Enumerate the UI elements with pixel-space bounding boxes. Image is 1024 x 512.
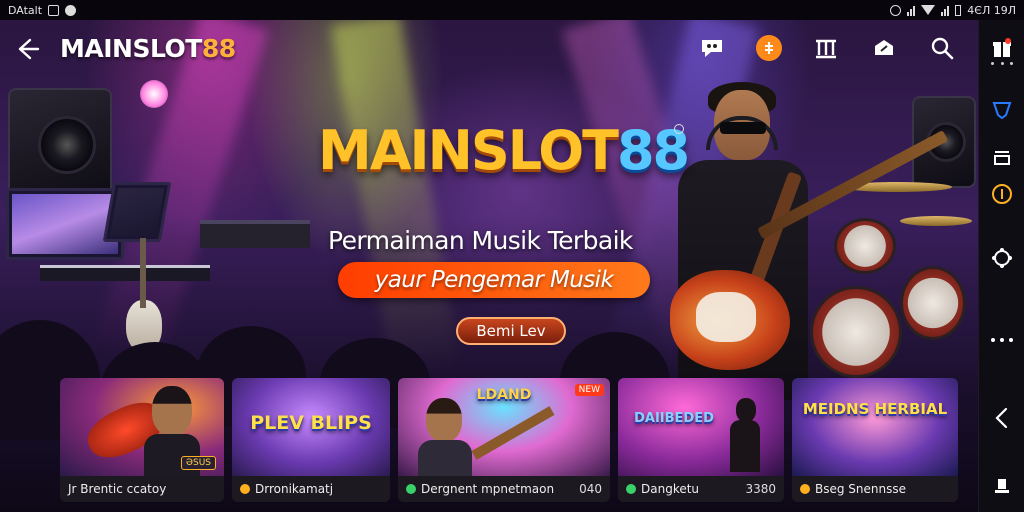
game-card-label: Dangketu bbox=[641, 482, 700, 496]
signal-icon-2 bbox=[941, 5, 950, 16]
app-notification-icon bbox=[65, 4, 77, 16]
game-card-art: LDAND NEW bbox=[398, 378, 610, 476]
brand-name: MAINSLOT bbox=[60, 34, 202, 63]
header-actions bbox=[698, 34, 956, 62]
wifi-icon bbox=[921, 5, 936, 15]
brand-logo[interactable]: MAINSLOT88 bbox=[60, 34, 236, 63]
bank-icon[interactable] bbox=[812, 34, 840, 62]
game-card-art: MEIDNS HERBIAL bbox=[792, 378, 958, 476]
game-card[interactable]: MEIDNS HERBIAL Bseg Snennsse bbox=[792, 378, 958, 502]
guitar-neck-stand bbox=[140, 238, 146, 308]
signal-icon bbox=[907, 5, 916, 16]
game-card-row: ƏSUS Jr Brentic ccatoy PLEV BLIPS Drroni… bbox=[60, 378, 960, 502]
game-card-icon bbox=[800, 484, 810, 494]
share-icon[interactable] bbox=[870, 34, 898, 62]
window-icon[interactable] bbox=[990, 146, 1014, 170]
game-card-title: DAIIBEDED bbox=[634, 411, 714, 426]
home-icon[interactable] bbox=[990, 474, 1014, 498]
search-icon[interactable] bbox=[928, 34, 956, 62]
game-card-art: ƏSUS bbox=[60, 378, 224, 476]
hero-logo-text: MAINSLOT bbox=[318, 119, 619, 182]
hero-logo: MAINSLOT88 bbox=[318, 124, 690, 178]
status-text-left: DAtalt bbox=[8, 3, 43, 17]
disco-light bbox=[140, 80, 168, 108]
game-card-footer: Dangketu 3380 bbox=[618, 476, 784, 502]
game-card-icon bbox=[626, 484, 636, 494]
cta-button[interactable]: Bemi Lev bbox=[456, 317, 566, 345]
trademark-icon bbox=[674, 124, 684, 134]
chat-icon[interactable] bbox=[698, 34, 726, 62]
game-card-icon bbox=[240, 484, 250, 494]
battery-icon bbox=[955, 4, 962, 16]
notification-icon bbox=[48, 4, 60, 16]
shield-icon[interactable] bbox=[990, 98, 1014, 122]
game-card-label: Dergnent mpnetmaon bbox=[421, 482, 555, 496]
game-card-title: MEIDNS HERBIAL bbox=[802, 400, 948, 418]
back-arrow-icon[interactable] bbox=[14, 36, 40, 62]
game-card-label: Jr Brentic ccatoy bbox=[68, 482, 167, 496]
gift-icon[interactable] bbox=[990, 36, 1014, 60]
game-card-icon bbox=[406, 484, 416, 494]
floor-tom bbox=[900, 266, 966, 340]
game-card-footer: Bseg Snennsse bbox=[792, 476, 958, 502]
game-card-art: DAIIBEDED bbox=[618, 378, 784, 476]
game-card-badge: NEW bbox=[574, 384, 604, 396]
game-card-tag: ƏSUS bbox=[180, 456, 216, 470]
guitarist-figure bbox=[650, 60, 949, 400]
game-card-label: Drronikamatj bbox=[255, 482, 334, 496]
game-card-art: PLEV BLIPS bbox=[232, 378, 390, 476]
speaker-left bbox=[8, 88, 112, 198]
nav-back-icon[interactable] bbox=[990, 406, 1014, 430]
cymbal bbox=[900, 216, 972, 226]
synth-instrument bbox=[200, 220, 310, 248]
record-icon[interactable] bbox=[990, 182, 1014, 206]
status-time: 4ЄЛ 19Л bbox=[967, 3, 1016, 17]
brand-number: 88 bbox=[201, 34, 236, 63]
game-card[interactable]: DAIIBEDED Dangketu 3380 bbox=[618, 378, 784, 502]
status-left: DAtalt bbox=[8, 3, 77, 17]
hero-subtagline-pill: yaur Pengemar Musik bbox=[338, 262, 650, 298]
hero-tagline: Permaiman Musik Terbaik bbox=[328, 226, 633, 255]
game-card-footer: Jr Brentic ccatoy bbox=[60, 476, 224, 502]
status-bar: DAtalt 4ЄЛ 19Л bbox=[0, 0, 1024, 20]
alarm-icon bbox=[890, 4, 902, 16]
app-header: MAINSLOT88 bbox=[0, 20, 978, 76]
game-card[interactable]: ƏSUS Jr Brentic ccatoy bbox=[60, 378, 224, 502]
game-card-count: 3380 bbox=[745, 482, 776, 496]
game-card-label: Bseg Snennsse bbox=[815, 482, 907, 496]
hero-subtagline: yaur Pengemar Musik bbox=[374, 267, 614, 293]
keyboard-instrument bbox=[40, 265, 210, 281]
overflow-menu-icon[interactable] bbox=[991, 338, 1013, 342]
game-card[interactable]: LDAND NEW Dergnent mpnetmaon 040 bbox=[398, 378, 610, 502]
game-card-title: PLEV BLIPS bbox=[250, 412, 372, 434]
game-card-footer: Dergnent mpnetmaon 040 bbox=[398, 476, 610, 502]
music-stand bbox=[102, 182, 172, 242]
game-card[interactable]: PLEV BLIPS Drronikamatj bbox=[232, 378, 390, 502]
game-card-footer: Drronikamatj bbox=[232, 476, 390, 502]
promo-icon[interactable] bbox=[756, 35, 782, 61]
more-dots-icon[interactable] bbox=[991, 62, 1013, 66]
settings-icon[interactable] bbox=[990, 246, 1014, 270]
game-card-count: 040 bbox=[579, 482, 602, 496]
side-nav-bar bbox=[978, 20, 1024, 512]
status-right: 4ЄЛ 19Л bbox=[890, 4, 1016, 17]
drum bbox=[834, 218, 896, 274]
